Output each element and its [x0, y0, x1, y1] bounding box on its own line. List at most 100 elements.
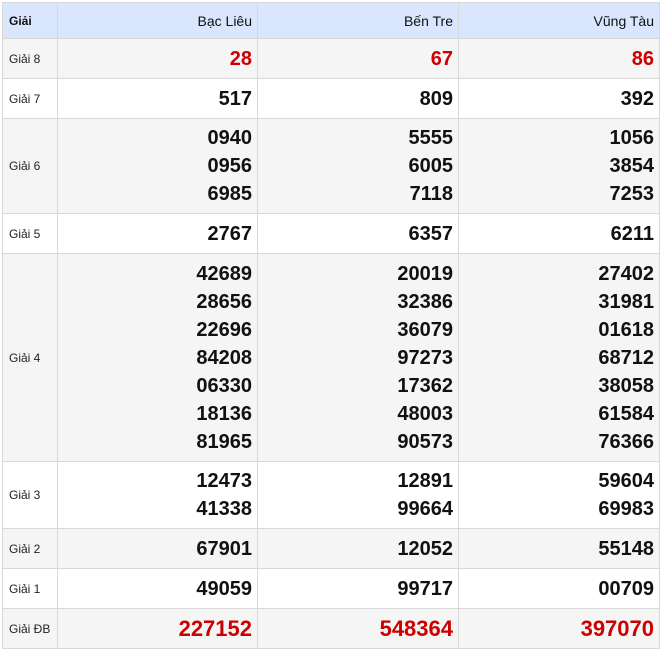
prize-number: 6985	[207, 183, 253, 205]
prize-number: 68712	[598, 346, 654, 369]
prize-label: Giải 7	[2, 78, 58, 119]
prize-number: 32386	[397, 290, 453, 313]
prize-cell: 20019 32386 36079 97273 17362 48003 9057…	[257, 253, 459, 462]
prize-number: 0956	[207, 155, 253, 177]
prize-cell: 6357	[257, 213, 459, 254]
prize-number: 6005	[408, 155, 454, 177]
prize-row-giai-5: Giải 5 2767 6357 6211	[2, 213, 660, 254]
prize-number: 7118	[409, 183, 453, 205]
prize-cell: 42689 28656 22696 84208 06330 18136 8196…	[57, 253, 258, 462]
prize-number: 20019	[397, 262, 453, 285]
prize-label: Giải 3	[2, 461, 58, 529]
prize-label: Giải ĐB	[2, 608, 58, 649]
prize-number: 61584	[598, 402, 654, 425]
prize-number: 5555	[408, 127, 454, 149]
prize-number: 18136	[196, 402, 252, 425]
prize-number: 17362	[397, 374, 453, 397]
prize-cell: 67	[257, 38, 459, 79]
prize-cell: 12052	[257, 528, 459, 569]
prize-label: Giải 5	[2, 213, 58, 254]
prize-row-giai-2: Giải 2 67901 12052 55148	[2, 528, 660, 569]
prize-cell: 1056 3854 7253	[458, 118, 660, 214]
prize-cell: 00709	[458, 568, 660, 609]
prize-cell: 392	[458, 78, 660, 119]
prize-cell: 12891 99664	[257, 461, 459, 529]
prize-cell: 5555 6005 7118	[257, 118, 459, 214]
prize-cell: 27402 31981 01618 68712 38058 61584 7636…	[458, 253, 660, 462]
prize-cell: 12473 41338	[57, 461, 258, 529]
prize-number: 22696	[196, 318, 252, 341]
prize-label: Giải 6	[2, 118, 58, 214]
prize-cell: 517	[57, 78, 258, 119]
prize-number: 27402	[598, 262, 654, 285]
prize-cell: 28	[57, 38, 258, 79]
prize-number: 69983	[598, 498, 654, 520]
prize-cell: 59604 69983	[458, 461, 660, 529]
prize-number: 06330	[196, 374, 252, 397]
prize-number: 6211	[610, 222, 654, 245]
prize-number: 38058	[598, 374, 654, 397]
prize-cell: 55148	[458, 528, 660, 569]
prize-number: 00709	[598, 577, 654, 600]
prize-number: 392	[620, 87, 654, 110]
prize-number: 31981	[598, 290, 654, 313]
province-bac-lieu[interactable]: Bạc Liêu	[57, 2, 258, 39]
prize-number: 81965	[196, 430, 252, 453]
prize-number: 67	[430, 47, 453, 70]
prize-cell: 397070	[458, 608, 660, 649]
prize-number: 36079	[397, 318, 453, 341]
prize-number: 12891	[397, 470, 453, 492]
prize-row-giai-7: Giải 7 517 809 392	[2, 78, 660, 119]
prize-number: 41338	[196, 498, 252, 520]
prize-number: 12052	[397, 537, 453, 560]
prize-number: 99664	[397, 498, 453, 520]
prize-number: 7253	[609, 183, 655, 205]
prize-number: 6357	[408, 222, 454, 245]
prize-cell: 6211	[458, 213, 660, 254]
prize-row-giai-6: Giải 6 0940 0956 6985 5555 6005 7118 105…	[2, 118, 660, 214]
prize-number: 59604	[598, 470, 654, 492]
prize-cell: 0940 0956 6985	[57, 118, 258, 214]
prize-number: 48003	[397, 402, 453, 425]
prize-number: 1056	[609, 127, 655, 149]
prize-number: 01618	[598, 318, 654, 341]
prize-number: 49059	[196, 577, 252, 600]
prize-cell: 67901	[57, 528, 258, 569]
prize-cell: 548364	[257, 608, 459, 649]
prize-number: 28	[229, 47, 252, 70]
prize-row-giai-3: Giải 3 12473 41338 12891 99664 59604 699…	[2, 461, 660, 529]
prize-number: 76366	[598, 430, 654, 453]
prize-number: 42689	[196, 262, 252, 285]
prize-number: 548364	[379, 615, 453, 641]
prize-row-giai-1: Giải 1 49059 99717 00709	[2, 568, 660, 609]
prize-number: 517	[218, 87, 252, 110]
prize-cell: 99717	[257, 568, 459, 609]
prize-number: 397070	[580, 615, 654, 641]
prize-row-giai-4: Giải 4 42689 28656 22696 84208 06330 181…	[2, 253, 660, 462]
prize-number: 2767	[207, 222, 253, 245]
prize-number: 227152	[178, 615, 252, 641]
prize-number: 99717	[397, 577, 453, 600]
prize-number: 0940	[207, 127, 253, 149]
header-row: Giải Bạc Liêu Bến Tre Vũng Tàu	[2, 2, 660, 39]
prize-number: 809	[419, 87, 453, 110]
prize-cell: 2767	[57, 213, 258, 254]
prize-label: Giải 1	[2, 568, 58, 609]
lottery-results-table: Giải Bạc Liêu Bến Tre Vũng Tàu Giải 8 28…	[2, 2, 660, 649]
prize-label: Giải 4	[2, 253, 58, 462]
header-label: Giải	[2, 2, 58, 39]
prize-row-giai-db: Giải ĐB 227152 548364 397070	[2, 608, 660, 649]
prize-label: Giải 8	[2, 38, 58, 79]
prize-number: 12473	[196, 470, 252, 492]
prize-number: 55148	[598, 537, 654, 560]
prize-cell: 49059	[57, 568, 258, 609]
prize-cell: 86	[458, 38, 660, 79]
prize-label: Giải 2	[2, 528, 58, 569]
prize-number: 28656	[196, 290, 252, 313]
prize-row-giai-8: Giải 8 28 67 86	[2, 38, 660, 79]
prize-number: 86	[631, 47, 654, 70]
prize-number: 67901	[196, 537, 252, 560]
province-vung-tau[interactable]: Vũng Tàu	[458, 2, 660, 39]
province-ben-tre[interactable]: Bến Tre	[257, 2, 459, 39]
prize-number: 97273	[397, 346, 453, 369]
